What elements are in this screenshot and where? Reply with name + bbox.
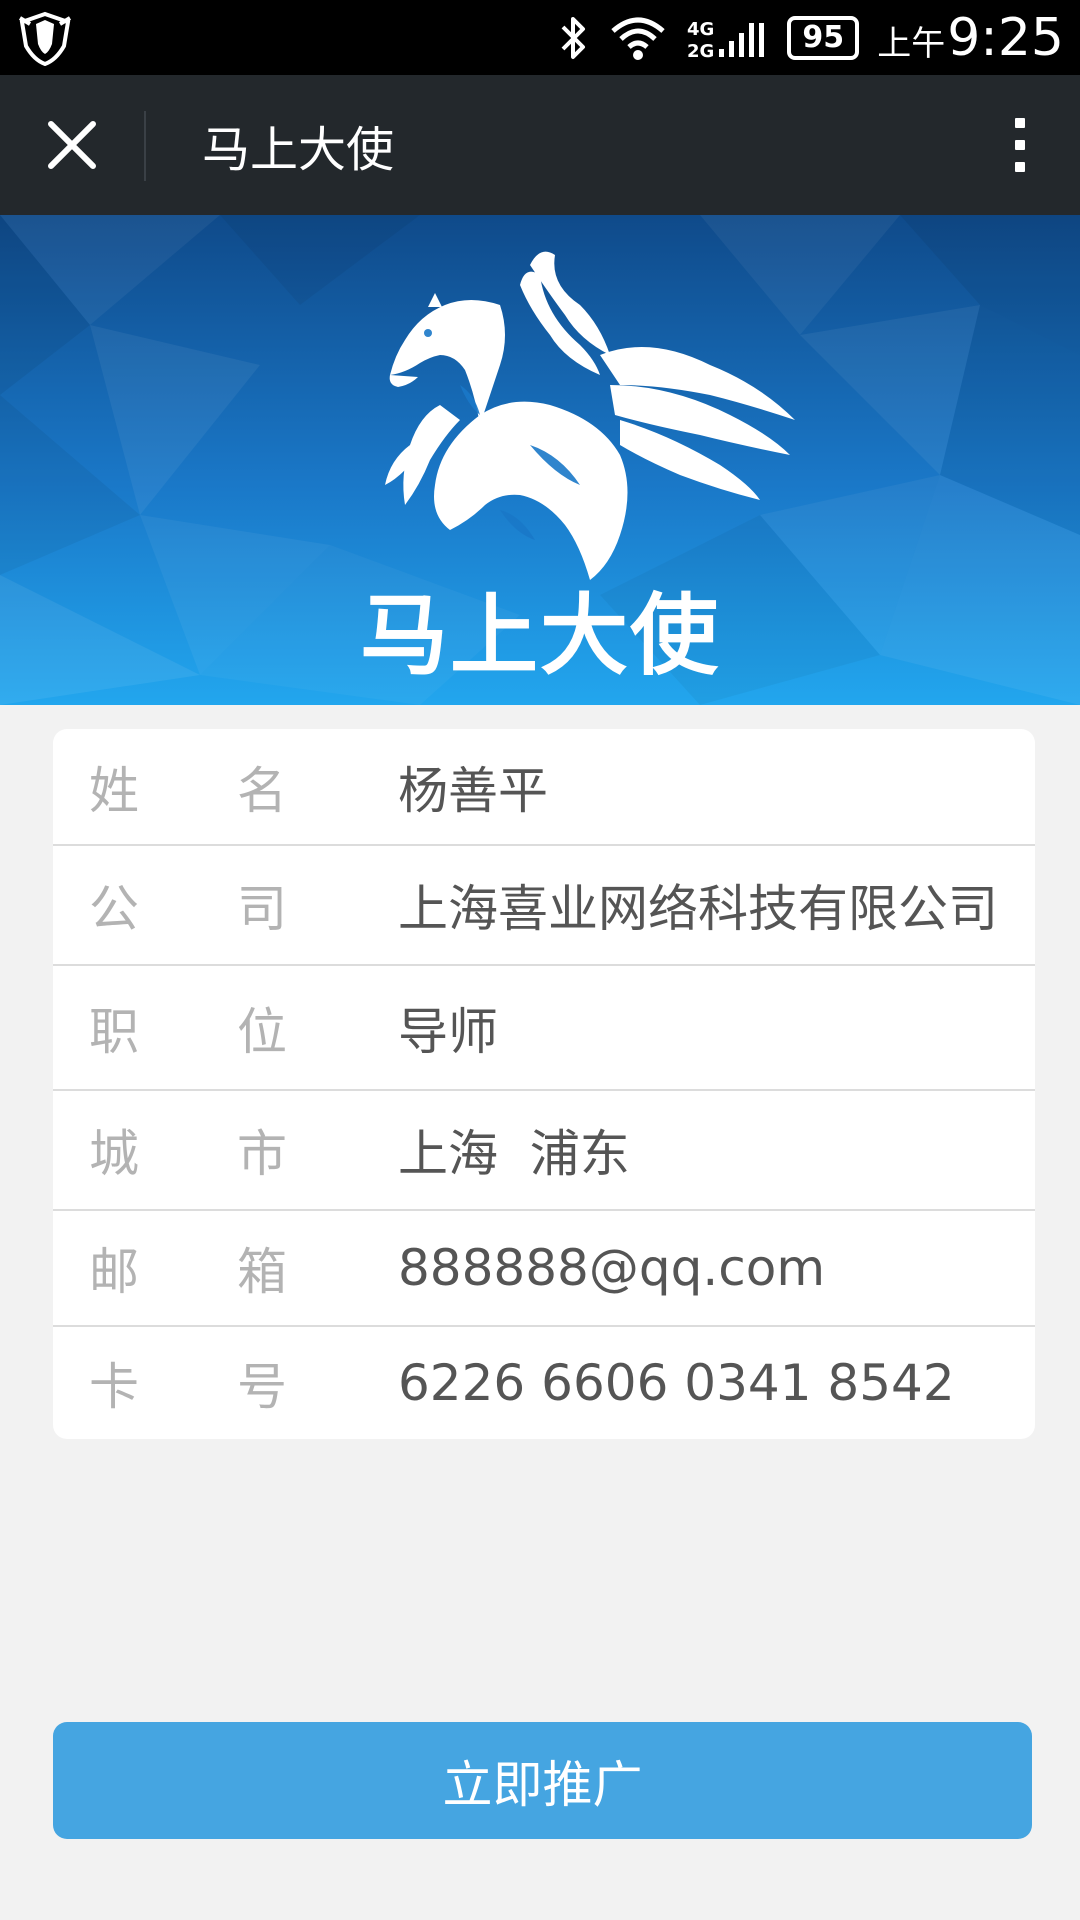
battery-level: 95 (802, 20, 845, 55)
svg-text:2G: 2G (687, 41, 714, 62)
banner-logo-text: 马上大使 (359, 584, 720, 687)
info-row-card-number: 卡 号 6226 6606 0341 8542 (53, 1325, 1035, 1439)
banner: 马上大使 (0, 215, 1080, 705)
pegasus-logo-icon (385, 251, 795, 580)
battery-indicator: 95 (787, 15, 860, 60)
row-label-second-char: 位 (237, 1002, 287, 1061)
row-label-second-char: 司 (237, 880, 287, 938)
row-label-first-char: 邮 (89, 1243, 139, 1301)
row-label-first-char: 城 (89, 1125, 139, 1183)
status-indicators: 4G 2G 95 上午 9:25 (555, 0, 1064, 75)
more-menu-button[interactable] (990, 109, 1050, 181)
info-row-email: 邮 箱 888888@qq.com (53, 1209, 1035, 1325)
close-icon (48, 121, 96, 169)
name-value: 杨善平 (398, 761, 548, 820)
signal-icon: 4G 2G (687, 19, 765, 62)
row-label-first-char: 职 (89, 1002, 139, 1061)
more-dot-icon (1015, 140, 1025, 150)
info-row-position: 职 位 导师 (53, 964, 1035, 1089)
email-value: 888888@qq.com (398, 1239, 826, 1297)
info-row-name: 姓 名 杨善平 (53, 729, 1035, 844)
clock-time: 9:25 (947, 7, 1064, 68)
more-dot-icon (1015, 162, 1025, 172)
clock: 上午 9:25 (877, 8, 1064, 68)
row-label-first-char: 卡 (89, 1358, 139, 1416)
card-number-value: 6226 6606 0341 8542 (398, 1354, 955, 1412)
company-value: 上海喜业网络科技有限公司 (398, 880, 998, 938)
row-label-first-char: 公 (89, 880, 139, 938)
info-row-company: 公 司 上海喜业网络科技有限公司 (53, 844, 1035, 964)
row-label-first-char: 姓 (89, 761, 139, 820)
title-bar: 马上大使 (0, 75, 1080, 215)
row-label-second-char: 箱 (237, 1243, 287, 1301)
row-label-second-char: 号 (237, 1358, 287, 1416)
info-row-city: 城 市 上海 浦东 (53, 1089, 1035, 1209)
svg-text:4G: 4G (687, 19, 714, 40)
wifi-icon (611, 17, 665, 60)
more-dot-icon (1015, 118, 1025, 128)
row-label-second-char: 市 (237, 1125, 287, 1183)
status-bar: 4G 2G 95 上午 9:25 (0, 0, 1080, 75)
bluetooth-icon (561, 16, 586, 59)
title-divider (144, 111, 146, 181)
city-value: 上海 浦东 (398, 1125, 630, 1183)
shield-icon (18, 11, 72, 66)
profile-card: 姓 名 杨善平 公 司 上海喜业网络科技有限公司 职 位 导师 城 市 上海 浦… (53, 729, 1035, 1439)
row-label-second-char: 名 (237, 761, 287, 820)
page-title: 马上大使 (202, 122, 395, 178)
close-button[interactable] (36, 109, 108, 181)
position-value: 导师 (398, 1002, 498, 1061)
clock-ampm: 上午 (877, 23, 946, 64)
promote-now-button[interactable]: 立即推广 (53, 1722, 1032, 1839)
